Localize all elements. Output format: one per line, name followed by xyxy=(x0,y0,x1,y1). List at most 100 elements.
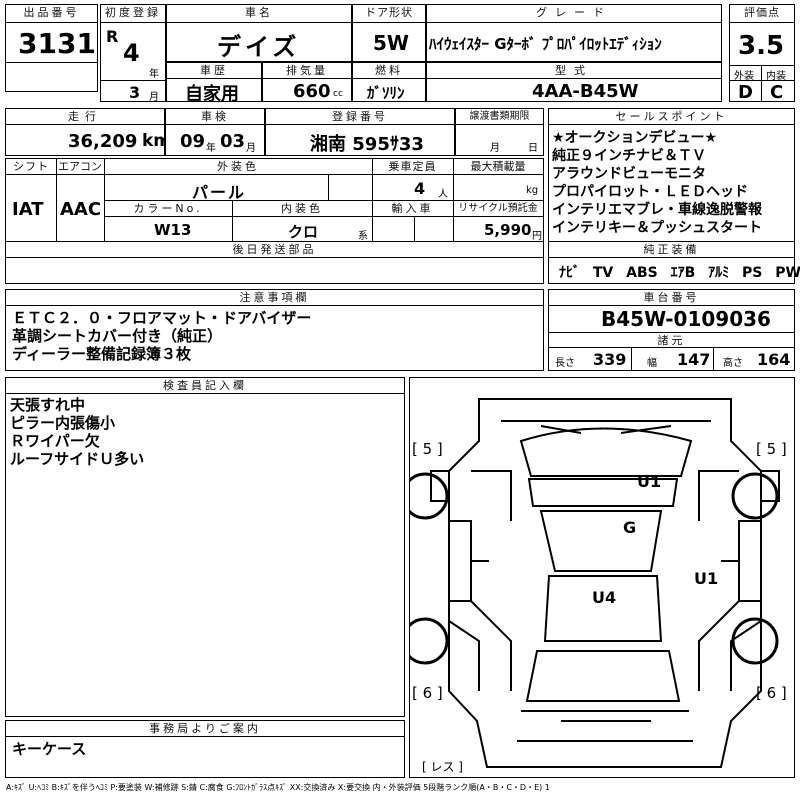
specs-label: 諸元 xyxy=(657,334,686,347)
model-code: 4AA-B45W xyxy=(532,81,639,102)
interior-color-label: 内装色 xyxy=(281,202,323,215)
color-no-label: カラーNo. xyxy=(133,202,203,215)
capacity: 4 xyxy=(414,179,426,198)
interior-color-unit: 系 xyxy=(358,231,368,242)
registration-era: R xyxy=(106,27,119,46)
score-box: 評価点 3.5 外装 内装 D C xyxy=(729,4,795,103)
capacity-unit: 人 xyxy=(438,189,448,200)
tire-front-left: [ 5 ] xyxy=(412,440,443,458)
sales-point: プロパイロット・ＬＥＤヘッド xyxy=(552,184,748,200)
note-line: ディーラー整備記録簿３枚 xyxy=(12,345,191,363)
shift: IAT xyxy=(12,199,44,220)
fuel-label: 燃料 xyxy=(375,64,403,77)
height-label: 高さ xyxy=(723,358,743,369)
sales-point: インテリキー＆プッシュスタート xyxy=(552,220,762,236)
inspection-box: 車検 09 年 03 月 xyxy=(165,108,265,156)
inspection-month: 03 xyxy=(220,131,246,152)
inspector-box: 検査員記入欄 天張すれ中 ピラー内張傷小 Ｒワイパー欠 ルーフサイドＵ多い xyxy=(5,377,405,717)
tire-front-right: [ 5 ] xyxy=(756,440,787,458)
displacement-unit: cc xyxy=(333,89,343,99)
inspection-year: 09 xyxy=(180,131,206,152)
equipment-item: PS xyxy=(742,265,763,281)
shift-label: シフト xyxy=(13,160,49,173)
width-value: 147 xyxy=(677,350,711,369)
max-load-unit: kg xyxy=(526,185,539,196)
exterior-score: D xyxy=(738,82,753,103)
equipment-item: PW xyxy=(775,265,800,281)
note-line: ＥＴＣ２．０・フロアマット・ドアバイザー xyxy=(12,309,312,327)
sales-points-label: セールスポイント xyxy=(615,110,728,123)
model-box: 型式 4AA-B45W xyxy=(426,62,722,102)
inspection-month-unit: 月 xyxy=(246,143,256,154)
legend: A:ｷｽﾞ U:ﾍｺﾐ B:ｷｽﾞを伴うﾍｺﾐ P:要塗装 W:補修跡 S:錆 … xyxy=(6,783,550,792)
spare-tire: [ レス ] xyxy=(422,760,463,774)
office-box: 事務局よりご案内 キーケース xyxy=(5,720,405,778)
length-value: 339 xyxy=(593,350,627,369)
history-box: 車歴 自家用 xyxy=(166,62,262,105)
damage-mark-g: G xyxy=(623,518,637,537)
office-note: キーケース xyxy=(12,740,87,758)
recycle-fee: 5,990 xyxy=(484,221,532,239)
sales-point: 純正９インチナビ＆ＴＶ xyxy=(552,148,706,164)
mileage-label: 走行 xyxy=(68,110,102,123)
note-line: 革調シートカバー付き（純正） xyxy=(12,327,223,345)
recycle-fee-unit: 円 xyxy=(532,231,542,242)
vehicle-details-box: シフト エアコン 外装色 乗車定員 最大積載量 IAT AAC パール 4 人 … xyxy=(5,158,544,284)
width-label: 幅 xyxy=(647,358,657,369)
length-label: 長さ xyxy=(555,358,575,369)
sales-point: ★オークションデビュー★ xyxy=(552,130,718,146)
transfer-day-unit: 日 xyxy=(528,143,538,154)
equipment-item: ｱﾙﾐ xyxy=(708,265,730,281)
equipment-list: ﾅﾋﾞ TV ABS ｴｱB ｱﾙﾐ PS PW xyxy=(559,262,800,282)
notes-label: 注意事項欄 xyxy=(239,291,310,304)
mileage-box: 走行 36,209 km xyxy=(5,108,171,156)
tire-rear-right: [ 6 ] xyxy=(756,684,787,702)
door-type: 5W xyxy=(373,31,409,55)
car-name-label: 車名 xyxy=(245,6,273,19)
interior-score: C xyxy=(770,82,784,103)
inspector-label: 検査員記入欄 xyxy=(163,379,247,392)
chassis-number: B45W-0109036 xyxy=(601,307,771,331)
lot-number: 3131 xyxy=(18,27,96,60)
sales-point: インテリエマブレ・車線逸脱警報 xyxy=(552,202,762,218)
plate-box: 登録番号 湘南 595ｻ33 xyxy=(265,108,455,156)
sales-point: アラウンドビューモニタ xyxy=(552,166,706,182)
equipment-item: ｴｱB xyxy=(670,265,696,281)
inspection-label: 車検 xyxy=(201,110,229,123)
sales-points-list: ★オークションデビュー★ 純正９インチナビ＆ＴＶ アラウンドビューモニタ プロパ… xyxy=(552,129,762,237)
registration-month: 3 xyxy=(129,83,141,102)
equipment-item: TV xyxy=(592,265,614,281)
displacement-box: 排気量 660 cc xyxy=(262,62,352,102)
door-box: ドア形状 5W xyxy=(352,4,426,62)
car-name-box: 車名 デイズ xyxy=(166,4,352,62)
equipment-item: ABS xyxy=(626,265,658,281)
sales-points-box: セールスポイント ★オークションデビュー★ 純正９インチナビ＆ＴＶ アラウンドビ… xyxy=(548,108,800,284)
transfer-box: 譲渡書類期限 月 日 xyxy=(455,108,544,156)
chassis-label: 車台番号 xyxy=(643,291,700,304)
aircon: AAC xyxy=(60,199,102,220)
notes-list: ＥＴＣ２．０・フロアマット・ドアバイザー 革調シートカバー付き（純正） ディーラ… xyxy=(12,309,311,363)
overall-score: 3.5 xyxy=(738,31,785,61)
grade-label: グレード xyxy=(536,6,612,19)
inspection-year-unit: 年 xyxy=(206,143,216,154)
displacement: 660 xyxy=(293,81,331,102)
inspector-notes: 天張すれ中 ピラー内張傷小 Ｒワイパー欠 ルーフサイドＵ多い xyxy=(10,396,144,468)
mileage: 36,209 xyxy=(68,131,138,152)
notes-box: 注意事項欄 ＥＴＣ２．０・フロアマット・ドアバイザー 革調シートカバー付き（純正… xyxy=(5,289,544,371)
max-load-label: 最大積載量 xyxy=(470,160,526,173)
tire-rear-left: [ 6 ] xyxy=(412,684,443,702)
aircon-label: エアコン xyxy=(58,160,102,173)
interior-color: クロ xyxy=(288,223,319,241)
capacity-label: 乗車定員 xyxy=(388,160,437,173)
registration-year-unit: 年 xyxy=(149,69,159,80)
transfer-label: 譲渡書類期限 xyxy=(469,111,530,122)
car-outline xyxy=(410,398,780,768)
lot-box: 出品番号 3131 xyxy=(5,4,98,92)
later-parts-label: 後日発送部品 xyxy=(232,243,317,256)
office-label: 事務局よりご案内 xyxy=(149,722,261,735)
grade-box: グレード ﾊｲｳｪｲｽﾀｰ Gﾀｰﾎﾞ ﾌﾟﾛﾊﾟｲﾛｯﾄｴﾃﾞｨｼｮﾝ xyxy=(426,4,722,62)
transfer-month-unit: 月 xyxy=(490,143,500,154)
damage-mark-u1: U1 xyxy=(694,569,719,588)
equipment-item: ﾅﾋﾞ xyxy=(559,265,580,281)
door-label: ドア形状 xyxy=(365,6,413,19)
